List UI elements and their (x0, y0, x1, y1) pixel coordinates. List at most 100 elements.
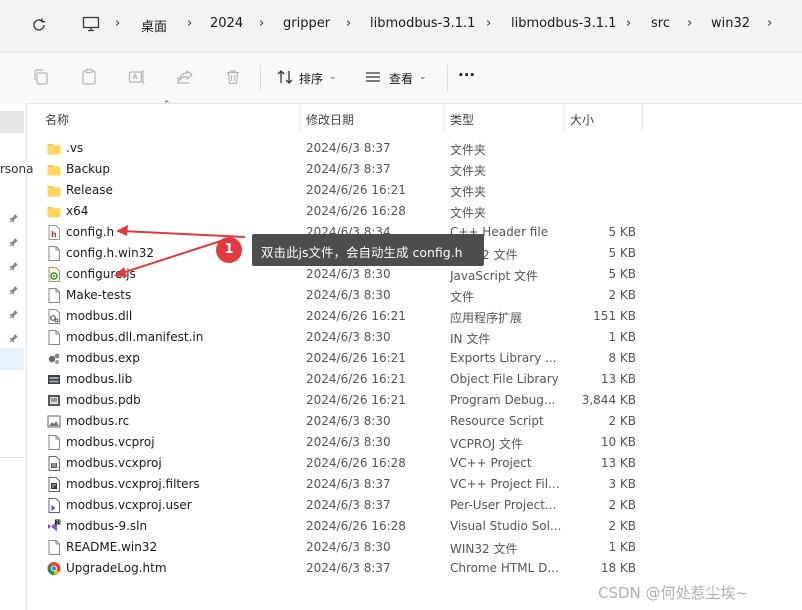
this-pc-icon[interactable] (82, 16, 100, 32)
file-row[interactable]: modbus.dll 2024/6/26 16:21 应用程序扩展 151 KB (26, 306, 802, 327)
file-date: 2024/6/26 16:21 (306, 393, 406, 407)
file-name[interactable]: modbus-9.sln (66, 519, 147, 533)
chevron-right-icon[interactable]: › (187, 16, 192, 31)
pin-icon (9, 238, 18, 247)
column-header-size[interactable]: 大小 (570, 111, 594, 128)
chevron-right-icon[interactable]: › (115, 16, 120, 31)
toolbar-divider (447, 65, 448, 91)
breadcrumb-item[interactable]: src (651, 16, 670, 31)
breadcrumb-item[interactable]: libmodbus-3.1.1 (511, 16, 616, 31)
nav-item-active[interactable] (0, 348, 24, 370)
rename-icon[interactable] (128, 68, 146, 86)
copy-icon[interactable] (32, 68, 50, 86)
file-name[interactable]: Backup (66, 162, 110, 176)
file-row[interactable]: modbus.vcxproj 2024/6/26 16:28 VC++ Projec… (26, 453, 802, 474)
refresh-icon[interactable] (31, 17, 47, 33)
file-size: 13 KB (600, 456, 636, 470)
nav-item-selected[interactable] (0, 111, 24, 133)
column-divider[interactable] (642, 103, 643, 131)
file-name[interactable]: Release (66, 183, 113, 197)
view-button[interactable]: 查看 (389, 70, 413, 87)
chrome-html-icon (47, 561, 61, 576)
column-header-name[interactable]: 名称 (45, 111, 69, 128)
chevron-right-icon[interactable]: › (767, 16, 772, 31)
file-name[interactable]: x64 (66, 204, 88, 218)
file-size: 8 KB (608, 351, 636, 365)
svg-text:h: h (51, 230, 57, 239)
chevron-right-icon[interactable]: › (687, 16, 692, 31)
file-name[interactable]: modbus.pdb (66, 393, 141, 407)
sort-icon[interactable] (276, 68, 294, 86)
file-row[interactable]: modbus.vcxproj.user 2024/6/3 8:37 Per-User… (26, 495, 802, 516)
file-name[interactable]: config.h.win32 (66, 246, 154, 260)
paste-icon[interactable] (80, 68, 98, 86)
file-icon (47, 246, 61, 261)
file-size: 2 KB (608, 498, 636, 512)
breadcrumb-item[interactable]: gripper (283, 16, 330, 31)
share-icon[interactable] (176, 68, 194, 86)
file-name[interactable]: modbus.vcproj (66, 435, 155, 449)
more-options-button[interactable]: ··· (458, 66, 475, 84)
column-header-date[interactable]: 修改日期 (306, 111, 354, 128)
file-row[interactable]: modbus.rc 2024/6/3 8:30 Resource Script 2 K… (26, 411, 802, 432)
file-row[interactable]: UpgradeLog.htm 2024/6/3 8:37 Chrome HTML D… (26, 558, 802, 579)
file-name[interactable]: README.win32 (66, 540, 157, 554)
chevron-right-icon[interactable]: › (346, 16, 351, 31)
watermark: CSDN @何处惹尘埃~ (598, 584, 749, 602)
file-type: 文件夹 (450, 164, 487, 178)
file-row[interactable]: Backup 2024/6/3 8:37 文件夹 (26, 159, 802, 180)
vcxproj-user-file-icon (47, 498, 61, 513)
file-date: 2024/6/3 8:30 (306, 288, 391, 302)
chevron-right-icon[interactable]: › (486, 16, 491, 31)
chevron-down-icon[interactable]: ⌄ (419, 72, 427, 82)
file-name[interactable]: configure.js (66, 267, 136, 281)
file-row[interactable]: modbus.vcproj 2024/6/3 8:30 VCPROJ 文件 10 KB (26, 432, 802, 453)
file-name[interactable]: UpgradeLog.htm (66, 561, 167, 575)
file-date: 2024/6/3 8:37 (306, 477, 391, 491)
breadcrumb-item[interactable]: 桌面 (141, 16, 167, 35)
view-icon[interactable] (364, 68, 382, 86)
file-name[interactable]: modbus.dll (66, 309, 132, 323)
file-row[interactable]: modbus.exp 2024/6/26 16:21 Exports Library… (26, 348, 802, 369)
file-row[interactable]: configure.js 2024/6/3 8:30 JavaScript 文件 5 … (26, 264, 802, 285)
annotation-callout: 双击此js文件，会自动生成 config.h (252, 234, 484, 266)
file-row[interactable]: modbus.pdb 2024/6/26 16:21 Program Debug..… (26, 390, 802, 411)
column-divider[interactable] (299, 103, 300, 131)
delete-icon[interactable] (224, 68, 242, 86)
file-name[interactable]: modbus.exp (66, 351, 140, 365)
breadcrumb-item[interactable]: 2024 (210, 16, 243, 31)
breadcrumb-item[interactable]: win32 (711, 16, 750, 31)
sort-button[interactable]: 排序 (299, 70, 323, 87)
file-type: 应用程序扩展 (450, 311, 523, 325)
file-date: 2024/6/3 8:30 (306, 267, 391, 281)
column-divider[interactable] (443, 103, 444, 131)
file-name[interactable]: modbus.dll.manifest.in (66, 330, 203, 344)
file-row[interactable]: Make-tests 2024/6/3 8:30 文件 2 KB (26, 285, 802, 306)
column-header-type[interactable]: 类型 (450, 111, 474, 128)
lib-file-icon (47, 372, 61, 387)
file-row[interactable]: README.win32 2024/6/3 8:30 WIN32 文件 1 KB (26, 537, 802, 558)
file-name[interactable]: modbus.rc (66, 414, 129, 428)
file-row[interactable]: 19 modbus-9.sln 2024/6/26 16:28 Visual Stud… (26, 516, 802, 537)
file-name[interactable]: modbus.vcxproj.user (66, 498, 192, 512)
breadcrumb-item[interactable]: libmodbus-3.1.1 (370, 16, 475, 31)
file-name[interactable]: modbus.vcxproj (66, 456, 162, 470)
pin-icon (9, 286, 18, 295)
file-row[interactable]: modbus.dll.manifest.in 2024/6/3 8:30 IN 文件… (26, 327, 802, 348)
file-size: 1 KB (608, 330, 636, 344)
file-name[interactable]: modbus.vcxproj.filters (66, 477, 200, 491)
file-name[interactable]: Make-tests (66, 288, 131, 302)
file-row[interactable]: modbus.lib 2024/6/26 16:21 Object File Lib… (26, 369, 802, 390)
chevron-right-icon[interactable]: › (259, 16, 264, 31)
chevron-right-icon[interactable]: › (626, 16, 631, 31)
file-row[interactable]: .vs 2024/6/3 8:37 文件夹 (26, 138, 802, 159)
file-row[interactable]: Release 2024/6/26 16:21 文件夹 (26, 180, 802, 201)
file-name[interactable]: .vs (66, 141, 83, 155)
column-divider[interactable] (563, 103, 564, 131)
file-size: 3 KB (608, 477, 636, 491)
file-name[interactable]: modbus.lib (66, 372, 132, 386)
file-name[interactable]: config.h (66, 225, 114, 239)
file-row[interactable]: x64 2024/6/26 16:28 文件夹 (26, 201, 802, 222)
chevron-down-icon[interactable]: ⌄ (329, 72, 337, 82)
file-row[interactable]: modbus.vcxproj.filters 2024/6/3 8:37 VC++ … (26, 474, 802, 495)
